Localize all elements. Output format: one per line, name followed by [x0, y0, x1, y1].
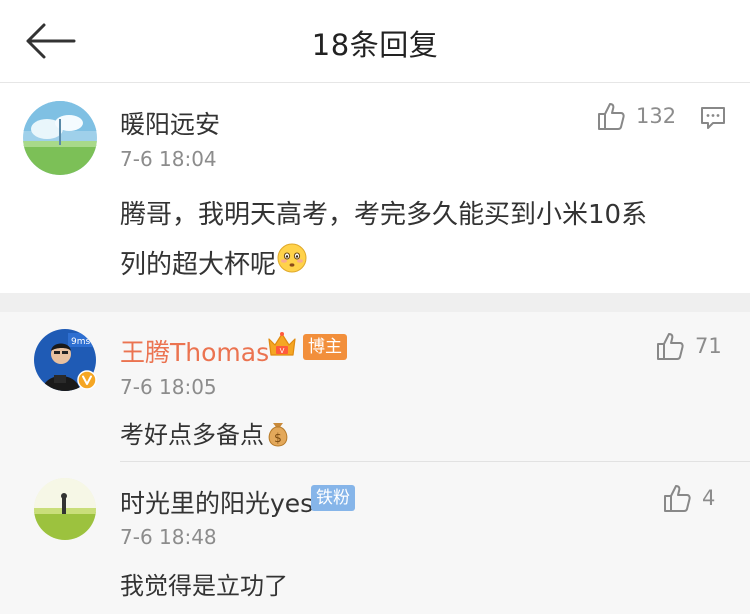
- top-bar: 18条回复: [0, 0, 750, 83]
- owner-badge: 博主: [303, 334, 347, 360]
- svg-text:V: V: [280, 347, 285, 355]
- verified-v-icon: [77, 370, 97, 390]
- flushed-face-emoji: [276, 241, 308, 291]
- section-divider: [0, 293, 750, 312]
- crown-icon: V: [266, 329, 298, 361]
- avatar[interactable]: [34, 478, 96, 540]
- like-button[interactable]: 4: [662, 482, 715, 514]
- reply-text-body: 考好点多备点: [120, 421, 264, 449]
- reply-button[interactable]: [699, 104, 731, 136]
- comment-text-line-1: 腾哥，我明天高考，考完多久能买到小米10系: [120, 200, 648, 230]
- verified-badge: [77, 370, 97, 390]
- avatar[interactable]: [23, 101, 97, 175]
- comment-icon: [701, 107, 725, 129]
- like-button[interactable]: 132: [596, 100, 676, 132]
- timestamp: 7-6 18:48: [120, 525, 217, 549]
- username[interactable]: 时光里的阳光yes: [120, 484, 313, 520]
- timestamp: 7-6 18:04: [120, 147, 217, 171]
- fan-badge: 铁粉: [311, 485, 355, 511]
- like-button[interactable]: 71: [655, 330, 722, 362]
- like-count: 4: [702, 486, 716, 510]
- svg-text:9ms: 9ms: [71, 337, 90, 347]
- like-count: 132: [636, 104, 677, 128]
- reply-divider: [120, 461, 750, 462]
- timestamp: 7-6 18:05: [120, 375, 217, 399]
- reply-list: 9ms 王腾Thomas V 博主 7-6 18:05 71 考好点多备点 $ …: [0, 312, 750, 614]
- reply-text: 我觉得是立功了: [120, 572, 288, 600]
- money-bag-emoji: $: [264, 418, 292, 454]
- reply-text: 考好点多备点 $: [120, 415, 292, 454]
- thumbs-up-icon: [598, 103, 625, 130]
- like-count: 71: [695, 334, 722, 358]
- thumbs-up-icon: [657, 333, 684, 360]
- comment-text-line-2: 列的超大杯呢: [120, 240, 730, 291]
- comment-text-line-2-text: 列的超大杯呢: [120, 250, 277, 280]
- username[interactable]: 王腾Thomas: [120, 333, 269, 369]
- comment-text: 腾哥，我明天高考，考完多久能买到小米10系 列的超大杯呢: [120, 190, 730, 291]
- username[interactable]: 暖阳远安: [120, 105, 220, 141]
- thumbs-up-icon: [664, 485, 691, 512]
- main-comment: 暖阳远安 7-6 18:04 132 腾哥，我明天高考，考完多久能买到小米10系…: [0, 83, 750, 293]
- page-title: 18条回复: [311, 28, 439, 62]
- svg-text:$: $: [274, 431, 282, 445]
